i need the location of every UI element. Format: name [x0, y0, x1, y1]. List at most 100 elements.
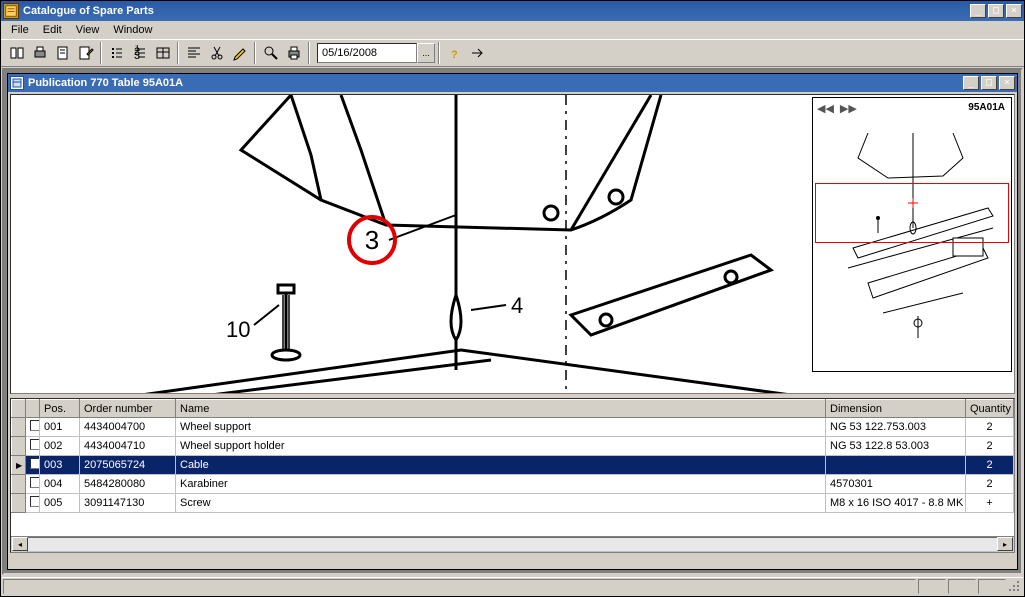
cell-qty: 2 — [966, 437, 1014, 456]
mdi-area: Publication 770 Table 95A01A _ □ × — [2, 68, 1023, 575]
callout-highlighted: 3 — [347, 215, 397, 265]
document-button[interactable] — [51, 42, 74, 64]
print2-button[interactable] — [282, 42, 305, 64]
app-title: Catalogue of Spare Parts — [23, 5, 970, 17]
cell-pos: 003 — [40, 456, 80, 475]
resize-grip-icon[interactable] — [1007, 578, 1023, 595]
header-name[interactable]: Name — [176, 400, 826, 418]
row-header-blank — [12, 400, 26, 418]
menu-view[interactable]: View — [70, 23, 106, 37]
table-row[interactable]: 0053091147130ScrewM8 x 16 ISO 4017 - 8.8… — [12, 494, 1014, 513]
annotate-button[interactable] — [74, 42, 97, 64]
table-row[interactable]: ▶ 0032075065724Cable 2 — [12, 456, 1014, 475]
date-picker-button[interactable]: ... — [417, 43, 435, 63]
drawing-overview[interactable]: ◀◀ ▶▶ 95A01A — [812, 97, 1012, 372]
date-field[interactable] — [317, 43, 417, 63]
callout-4-label: 4 — [511, 293, 523, 319]
row-checkbox[interactable] — [26, 456, 40, 475]
cell-order: 4434004700 — [80, 418, 176, 437]
overview-next-icon[interactable]: ▶▶ — [840, 102, 857, 115]
search-button[interactable] — [259, 42, 282, 64]
cell-name: Cable — [176, 456, 826, 475]
child-minimize-button[interactable]: _ — [963, 76, 979, 90]
open-book-button[interactable] — [5, 42, 28, 64]
status-main — [3, 579, 916, 594]
cell-order: 3091147130 — [80, 494, 176, 513]
cell-name: Karabiner — [176, 475, 826, 494]
svg-text:?: ? — [451, 49, 458, 61]
overview-viewport-rect[interactable] — [815, 183, 1009, 243]
row-checkbox[interactable] — [26, 437, 40, 456]
child-window: Publication 770 Table 95A01A _ □ × — [7, 73, 1018, 570]
status-cell-1 — [918, 579, 946, 594]
row-checkbox[interactable] — [26, 494, 40, 513]
table-row[interactable]: 0014434004700Wheel supportNG 53 122.753.… — [12, 418, 1014, 437]
overview-table-id: 95A01A — [968, 102, 1005, 113]
parts-table-panel: Pos. Order number Name Dimension Quantit… — [10, 398, 1015, 553]
app-icon — [3, 3, 19, 19]
callout-10-label: 10 — [226, 317, 250, 343]
cell-qty: + — [966, 494, 1014, 513]
header-dimension[interactable]: Dimension — [826, 400, 966, 418]
maximize-button[interactable]: □ — [988, 4, 1004, 18]
cell-order: 4434004710 — [80, 437, 176, 456]
cell-qty: 2 — [966, 456, 1014, 475]
overview-prev-icon[interactable]: ◀◀ — [817, 102, 834, 115]
edit-pencil-button[interactable] — [228, 42, 251, 64]
minimize-button[interactable]: _ — [970, 4, 986, 18]
header-order[interactable]: Order number — [80, 400, 176, 418]
table-row[interactable]: 0024434004710Wheel support holderNG 53 1… — [12, 437, 1014, 456]
menubar: File Edit View Window — [1, 21, 1024, 39]
scroll-left-button[interactable]: ◂ — [12, 537, 28, 551]
cell-dimension: 4570301 — [826, 475, 966, 494]
row-checkbox[interactable] — [26, 418, 40, 437]
parts-table: Pos. Order number Name Dimension Quantit… — [11, 399, 1014, 513]
child-titlebar: Publication 770 Table 95A01A _ □ × — [8, 74, 1017, 92]
cell-name: Screw — [176, 494, 826, 513]
cell-dimension — [826, 456, 966, 475]
menu-file[interactable]: File — [5, 23, 35, 37]
child-close-button[interactable]: × — [999, 76, 1015, 90]
forward-arrow-button[interactable] — [466, 42, 489, 64]
cell-order: 2075065724 — [80, 456, 176, 475]
row-indicator — [12, 418, 26, 437]
statusbar — [2, 577, 1023, 595]
child-maximize-button[interactable]: □ — [981, 76, 997, 90]
cell-pos: 004 — [40, 475, 80, 494]
cell-pos: 002 — [40, 437, 80, 456]
toolbar: 123 ... ? — [1, 39, 1024, 67]
drawing-viewport[interactable]: 3 10 4 ◀◀ ▶▶ 95A01A — [10, 94, 1015, 394]
menu-edit[interactable]: Edit — [37, 23, 68, 37]
header-quantity[interactable]: Quantity — [966, 400, 1014, 418]
technical-drawing — [11, 95, 801, 394]
cell-qty: 2 — [966, 475, 1014, 494]
close-button[interactable]: × — [1006, 4, 1022, 18]
check-header-blank — [26, 400, 40, 418]
cell-name: Wheel support holder — [176, 437, 826, 456]
svg-text:3: 3 — [134, 50, 140, 61]
list-indent-button[interactable] — [105, 42, 128, 64]
align-left-button[interactable] — [182, 42, 205, 64]
menu-window[interactable]: Window — [107, 23, 158, 37]
scroll-right-button[interactable]: ▸ — [997, 537, 1013, 551]
table-horizontal-scrollbar[interactable]: ◂ ▸ — [11, 536, 1014, 552]
cell-order: 5484280080 — [80, 475, 176, 494]
help-button[interactable]: ? — [443, 42, 466, 64]
header-pos[interactable]: Pos. — [40, 400, 80, 418]
cell-dimension: M8 x 16 ISO 4017 - 8.8 MK — [826, 494, 966, 513]
table-header-row: Pos. Order number Name Dimension Quantit… — [12, 400, 1014, 418]
status-cell-2 — [948, 579, 976, 594]
row-indicator: ▶ — [12, 456, 26, 475]
row-indicator — [12, 475, 26, 494]
table-row[interactable]: 0045484280080Karabiner45703012 — [12, 475, 1014, 494]
list-numbered-button[interactable]: 123 — [128, 42, 151, 64]
row-indicator — [12, 494, 26, 513]
row-indicator — [12, 437, 26, 456]
row-checkbox[interactable] — [26, 475, 40, 494]
cell-dimension: NG 53 122.8 53.003 — [826, 437, 966, 456]
cell-name: Wheel support — [176, 418, 826, 437]
cut-button[interactable] — [205, 42, 228, 64]
table-button[interactable] — [151, 42, 174, 64]
print-button[interactable] — [28, 42, 51, 64]
scroll-track[interactable] — [27, 537, 998, 552]
